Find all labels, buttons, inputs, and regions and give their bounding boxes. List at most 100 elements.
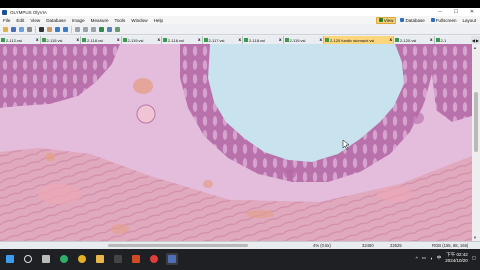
slide-icon xyxy=(122,38,127,42)
open-tool[interactable] xyxy=(2,26,9,33)
taskbar-file-explorer[interactable] xyxy=(94,253,106,265)
taskbar-task-view[interactable] xyxy=(40,253,52,265)
annotation-tool[interactable] xyxy=(90,26,97,33)
maximize-button[interactable]: ☐ xyxy=(448,8,464,16)
menu-tools[interactable]: Tools xyxy=(112,18,129,23)
layout-button[interactable]: Layout xyxy=(460,17,478,24)
image-tab[interactable]: 2-119.vsi x xyxy=(121,36,162,44)
taskbar-olyvia[interactable] xyxy=(166,253,178,265)
tray-chevron-icon[interactable]: ^ xyxy=(416,256,418,261)
scroll-down-icon[interactable]: ▼ xyxy=(473,235,477,240)
horizontal-scrollbar[interactable] xyxy=(0,242,300,248)
search-icon xyxy=(24,255,32,263)
tab-scroll-buttons: ◀ ▶ xyxy=(470,36,479,44)
image-tab[interactable]: 2-117.vsi x xyxy=(202,36,243,44)
image-tab[interactable]: 2-119.vsi x xyxy=(283,36,324,44)
chrome-icon xyxy=(78,255,86,263)
grid-tool[interactable] xyxy=(106,26,113,33)
pointer-tool[interactable] xyxy=(38,26,45,33)
tab-close-icon[interactable]: x xyxy=(36,37,39,42)
taskbar-clock[interactable]: 下午 02:42 2024/10/20 xyxy=(445,252,468,264)
image-tab[interactable]: 2-116.vsi x xyxy=(162,36,203,44)
slide-icon xyxy=(244,38,248,42)
tab-close-icon[interactable]: x xyxy=(76,37,79,42)
taskbar-powerpoint[interactable] xyxy=(130,253,142,265)
zoom-out-tool[interactable] xyxy=(62,26,69,33)
taskbar-search[interactable] xyxy=(22,253,34,265)
slide-icon xyxy=(163,38,167,42)
tab-close-icon[interactable]: x xyxy=(117,37,120,42)
slide-image-viewport[interactable] xyxy=(0,44,472,241)
tab-scroll-left-icon[interactable]: ◀ xyxy=(472,38,475,43)
image-tab-active[interactable]: 2-120 fundic stomach.vsi x xyxy=(324,36,394,44)
zoom-tool[interactable] xyxy=(54,26,61,33)
settings-tool[interactable] xyxy=(114,26,121,33)
save-icon xyxy=(11,27,16,32)
menu-measure[interactable]: Measure xyxy=(88,18,112,23)
vertical-scrollbar[interactable]: ▲ ▼ xyxy=(472,44,480,241)
menu-window[interactable]: Window xyxy=(128,18,150,23)
image-tab[interactable]: 2-115.vsi x xyxy=(40,36,81,44)
menu-file[interactable]: File xyxy=(0,18,13,23)
redo-tool[interactable] xyxy=(82,26,89,33)
image-tab[interactable]: 2-120.vsi x xyxy=(394,36,435,44)
database-tool[interactable] xyxy=(18,26,25,33)
taskbar-recorder[interactable] xyxy=(148,253,160,265)
record-icon xyxy=(150,255,158,263)
tab-scroll-right-icon[interactable]: ▶ xyxy=(476,38,479,43)
slide-icon xyxy=(325,38,329,42)
tab-close-icon[interactable]: x xyxy=(157,37,160,42)
powerpoint-icon xyxy=(132,255,140,263)
vertical-scroll-thumb[interactable] xyxy=(474,92,478,152)
slide-icon xyxy=(82,38,86,42)
tab-close-icon[interactable]: x xyxy=(279,37,282,42)
windows-taskbar: ^ ▭ ◖ 中 下午 02:42 2024/10/20 ▢ xyxy=(0,249,480,270)
title-bar: OLYMPUS OlyVIA ─ ☐ ✕ xyxy=(0,8,480,16)
fullscreen-button[interactable]: Fullscreen xyxy=(429,17,459,24)
histology-slide-image[interactable] xyxy=(0,44,472,241)
print-tool[interactable] xyxy=(26,26,33,33)
taskbar-edge[interactable] xyxy=(58,253,70,265)
image-tab[interactable]: 2-1 xyxy=(434,36,475,44)
overview-tool[interactable] xyxy=(98,26,105,33)
menu-database[interactable]: Database xyxy=(43,18,69,23)
horizontal-scroll-thumb[interactable] xyxy=(108,244,248,247)
undo-tool[interactable] xyxy=(74,26,81,33)
menu-view[interactable]: View xyxy=(27,18,43,23)
image-tab-bar: 2-112.vsi x 2-115.vsi x 2-118.vsi x 2-119.v… xyxy=(0,36,480,44)
start-button[interactable] xyxy=(4,253,16,265)
view-mode-button[interactable]: View xyxy=(375,16,397,24)
notification-icon[interactable]: ▢ xyxy=(472,255,476,261)
slide-icon xyxy=(41,38,46,42)
taskbar-store[interactable] xyxy=(112,253,124,265)
image-tab[interactable]: 2-118.vsi x xyxy=(243,36,284,44)
zoom-out-icon xyxy=(63,27,68,32)
close-button[interactable]: ✕ xyxy=(464,8,480,16)
menu-edit[interactable]: Edit xyxy=(13,18,27,23)
tab-close-icon[interactable]: x xyxy=(198,37,201,42)
save-tool[interactable] xyxy=(10,26,17,33)
volume-icon[interactable]: ◖ xyxy=(430,256,433,261)
database-mode-button[interactable]: Database xyxy=(398,17,426,24)
tab-close-icon[interactable]: x xyxy=(319,37,322,42)
tab-close-icon[interactable]: x xyxy=(389,37,392,42)
task-view-icon xyxy=(42,255,50,263)
menu-bar: File Edit View Database Image Measure To… xyxy=(0,16,480,24)
slide-icon xyxy=(395,38,399,42)
menu-image[interactable]: Image xyxy=(69,18,88,23)
input-method[interactable]: 中 xyxy=(437,255,442,261)
image-height: 22525 xyxy=(390,243,402,248)
image-tab[interactable]: 2-118.vsi x xyxy=(81,36,122,44)
zoom-level: 4% (0.8x) xyxy=(313,243,331,248)
image-tab[interactable]: 2-112.vsi x xyxy=(0,36,41,44)
tab-close-icon[interactable]: x xyxy=(430,37,433,42)
pixel-rgb-value: RGB (155, 88, 166) xyxy=(432,243,469,248)
tab-close-icon[interactable]: x xyxy=(238,37,241,42)
minimize-button[interactable]: ─ xyxy=(432,8,448,16)
menu-help[interactable]: Help xyxy=(151,18,166,23)
network-icon[interactable]: ▭ xyxy=(422,255,426,261)
slide-icon xyxy=(1,38,5,42)
taskbar-chrome[interactable] xyxy=(76,253,88,265)
scroll-up-icon[interactable]: ▲ xyxy=(473,45,477,50)
pan-tool[interactable] xyxy=(46,26,53,33)
